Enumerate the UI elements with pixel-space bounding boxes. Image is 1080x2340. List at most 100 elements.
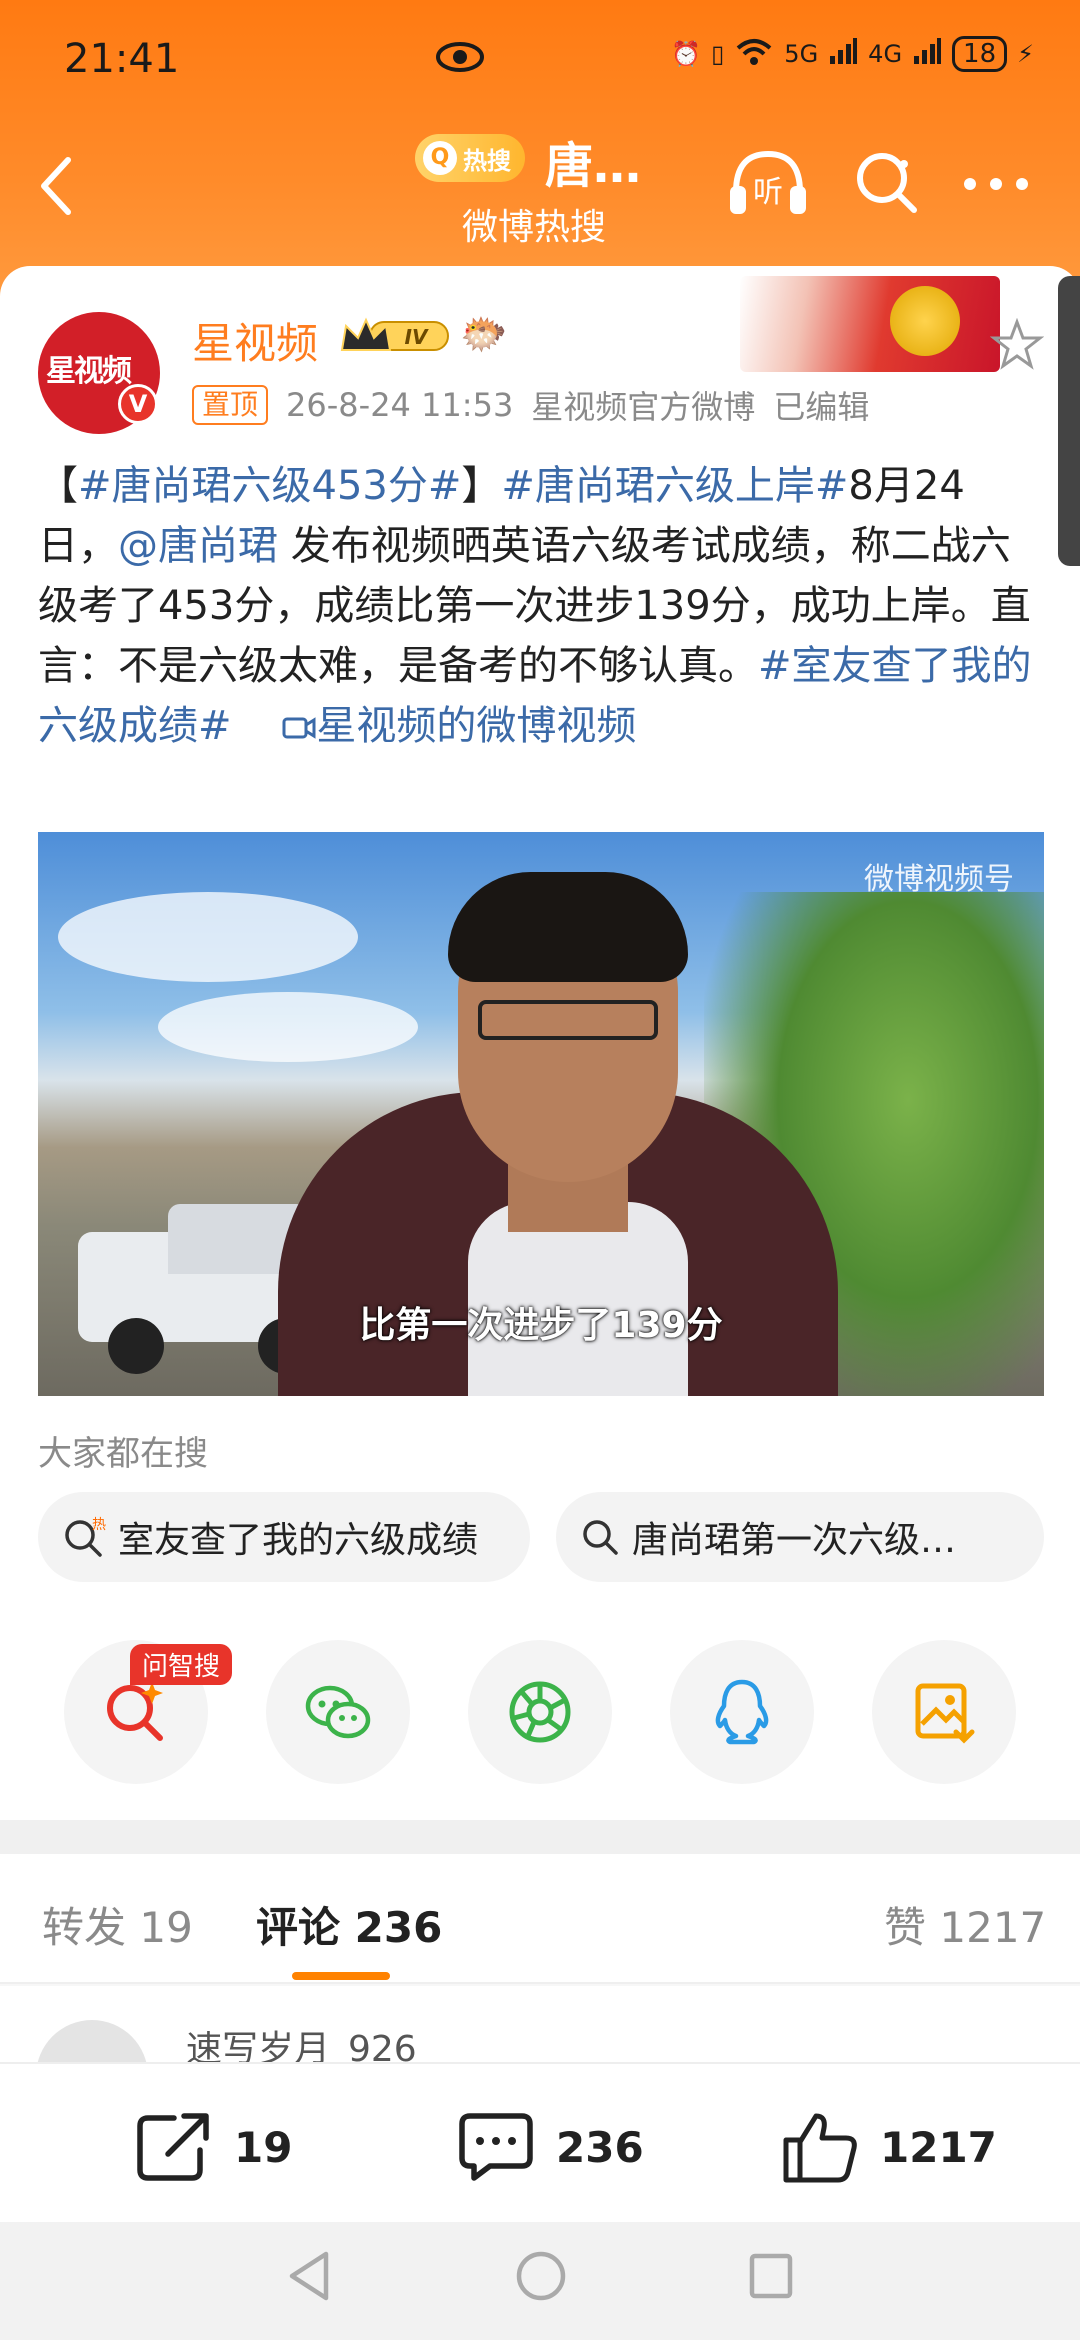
qq-share-button[interactable]	[670, 1640, 814, 1784]
system-nav-bar	[0, 2222, 1080, 2340]
comment-button[interactable]: 236	[456, 2110, 644, 2184]
search-icon[interactable]	[854, 150, 920, 220]
hashtag-link[interactable]: #唐尚珺六级上岸#	[501, 463, 848, 509]
top-header: 21:41 ⏰ ▯ 5G 4G 18 ⚡ Q 热搜 唐… 微博热搜 听	[0, 0, 1080, 300]
mention-link[interactable]: @唐尚珺	[118, 523, 278, 569]
tab-count: 236	[354, 1903, 443, 1952]
vibrate-icon: ▯	[711, 40, 725, 68]
moments-share-button[interactable]	[468, 1640, 612, 1784]
commenter-avatar[interactable]	[36, 2020, 148, 2062]
post-date: 26-8-24 11:53	[286, 386, 514, 424]
moments-icon	[509, 1681, 571, 1743]
pinned-badge: 置顶	[192, 385, 269, 425]
eye-icon	[436, 40, 484, 78]
video-scene	[158, 992, 418, 1062]
related-search-chip[interactable]: 热 室友查了我的六级成绩	[38, 1492, 530, 1582]
post-source: 星视频官方微博	[531, 388, 756, 426]
video-caption: 比第一次进步了139分	[359, 1305, 723, 1346]
repost-count: 19	[234, 2122, 293, 2172]
like-button[interactable]: 1217	[780, 2110, 997, 2184]
signal-5g-label: 5G	[784, 40, 819, 68]
favorite-star-icon[interactable]	[989, 317, 1045, 376]
page-subtitle: 微博热搜	[462, 207, 607, 248]
video-scene	[448, 872, 688, 982]
related-search-heading: 大家都在搜	[38, 1434, 208, 1474]
video-watermark: 微博视频号	[864, 862, 1014, 897]
signal-4g-label: 4G	[868, 40, 903, 68]
comment-icon	[459, 2113, 533, 2181]
comment-count: 236	[556, 2122, 644, 2172]
video-link-label: 星视频的微博视频	[316, 703, 637, 749]
side-scroll-handle[interactable]	[1058, 276, 1080, 566]
battery-level: 18	[952, 36, 1008, 72]
commenter-name[interactable]: 速写岁月_926	[186, 2020, 417, 2062]
ai-search-badge: 问智搜	[130, 1644, 233, 1685]
svg-text:听: 听	[753, 175, 783, 210]
svg-text:热: 热	[92, 1517, 106, 1533]
save-image-icon	[915, 1683, 975, 1744]
section-divider	[0, 1820, 1080, 1854]
headphones-icon[interactable]: 听	[726, 148, 810, 222]
back-arrow-icon[interactable]	[36, 154, 76, 222]
wechat-icon	[305, 1685, 371, 1739]
nav-recents-icon[interactable]	[746, 2248, 796, 2308]
tab-likes[interactable]: 赞 1217	[884, 1894, 1046, 1955]
post-text-segment: 【	[38, 463, 78, 509]
status-icons: ⏰ ▯ 5G 4G 18 ⚡	[671, 36, 1034, 72]
video-player[interactable]: 微博视频号 比第一次进步了139分	[38, 832, 1044, 1396]
like-count: 1217	[880, 2122, 997, 2172]
video-scene	[58, 892, 358, 982]
related-search-label: 室友查了我的六级成绩	[118, 1520, 479, 1561]
page-title[interactable]: 唐…	[545, 126, 641, 196]
fan-badge-icon: 🐡	[460, 312, 508, 356]
post-text: 【#唐尚珺六级453分#】#唐尚珺六级上岸#8月24日，@唐尚珺 发布视频晒英语…	[38, 456, 1038, 756]
author-name[interactable]: 星视频	[192, 310, 318, 371]
decorative-banner	[740, 276, 1000, 372]
charging-icon: ⚡	[1017, 40, 1034, 68]
tab-label: 转发	[42, 1903, 127, 1952]
post-meta: 置顶 26-8-24 11:53 星视频官方微博 已编辑	[192, 382, 869, 428]
thumbs-up-icon	[783, 2113, 857, 2183]
related-search-chip[interactable]: 唐尚珺第一次六级…	[556, 1492, 1044, 1582]
emblem-icon	[890, 286, 960, 356]
ai-search-icon	[107, 1682, 163, 1741]
more-options-icon[interactable]	[964, 178, 1028, 190]
avatar-logo-text: 星视频	[46, 354, 132, 389]
related-search-label: 唐尚珺第一次六级…	[632, 1520, 957, 1561]
edited-label: 已编辑	[773, 388, 870, 426]
active-tab-indicator	[292, 1972, 390, 1980]
search-icon: Q	[423, 141, 457, 175]
nav-bar: Q 热搜 唐… 微博热搜 听	[0, 120, 1080, 260]
status-time: 21:41	[64, 36, 180, 82]
tab-reposts[interactable]: 转发 19	[42, 1894, 193, 1955]
tab-count: 19	[139, 1903, 193, 1952]
hashtag-link[interactable]: #唐尚珺六级453分#	[78, 463, 461, 509]
tab-label: 评论	[256, 1903, 341, 1952]
video-camera-icon	[282, 717, 316, 739]
signal-bars-icon	[828, 36, 858, 72]
repost-icon	[137, 2113, 209, 2181]
tab-count: 1217	[939, 1903, 1047, 1952]
signal-bars-icon	[912, 36, 942, 72]
vip-crown-icon: IV	[340, 316, 452, 360]
post-text-segment	[232, 703, 283, 749]
hot-search-badge[interactable]: Q 热搜	[415, 134, 525, 182]
hot-search-icon: 热	[65, 1517, 106, 1557]
video-scene	[478, 1000, 658, 1040]
save-image-button[interactable]	[872, 1640, 1016, 1784]
tab-comments[interactable]: 评论 236	[256, 1894, 442, 1955]
video-link[interactable]: 星视频的微博视频	[282, 703, 636, 749]
comment-item[interactable]: 速写岁月_926	[0, 1986, 1080, 2062]
wifi-icon	[734, 36, 774, 72]
repost-button[interactable]: 19	[134, 2110, 292, 2184]
qq-penguin-icon	[715, 1679, 769, 1745]
post-text-segment: 】	[461, 463, 502, 509]
nav-home-icon[interactable]	[514, 2248, 568, 2308]
alarm-icon: ⏰	[671, 40, 702, 68]
wechat-share-button[interactable]	[266, 1640, 410, 1784]
nav-back-icon[interactable]	[284, 2248, 334, 2308]
hot-badge-label: 热搜	[463, 146, 511, 175]
verified-badge: V	[118, 384, 158, 424]
tab-label: 赞	[884, 1903, 927, 1952]
svg-text:IV: IV	[405, 325, 429, 349]
